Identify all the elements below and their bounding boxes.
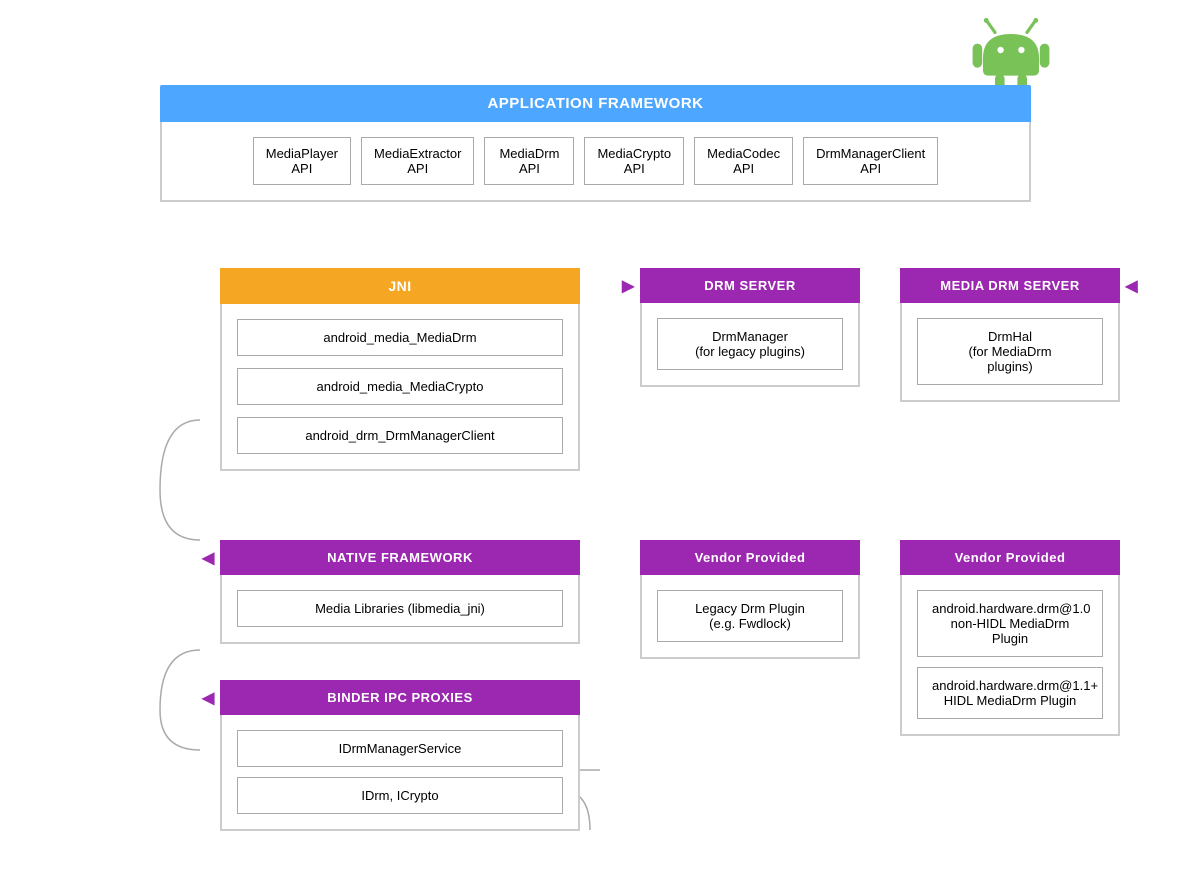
drm-manager-item: DrmManager(for legacy plugins) bbox=[657, 318, 843, 370]
hidl-1-1-item: android.hardware.drm@1.1+HIDL MediaDrm P… bbox=[917, 667, 1103, 719]
idrm-icrypto-item: IDrm, ICrypto bbox=[237, 777, 563, 814]
binder-header: ◀ BINDER IPC PROXIES bbox=[220, 680, 580, 715]
jni-body: android_media_MediaDrm android_media_Med… bbox=[220, 304, 580, 471]
jni-item-1: android_media_MediaDrm bbox=[237, 319, 563, 356]
drmhal-item: DrmHal(for MediaDrmplugins) bbox=[917, 318, 1103, 385]
android-logo bbox=[971, 10, 1051, 90]
jni-item-3: android_drm_DrmManagerClient bbox=[237, 417, 563, 454]
mediacodec-api: MediaCodecAPI bbox=[694, 137, 793, 185]
mediaextractor-api: MediaExtractorAPI bbox=[361, 137, 474, 185]
vendor-left-body: Legacy Drm Plugin(e.g. Fwdlock) bbox=[640, 575, 860, 659]
vendor-left-section: Vendor Provided Legacy Drm Plugin(e.g. F… bbox=[640, 540, 860, 659]
mediaplayer-api: MediaPlayerAPI bbox=[253, 137, 351, 185]
media-drm-server-header: MEDIA DRM SERVER ◀ bbox=[900, 268, 1120, 303]
vendor-left-header: Vendor Provided bbox=[640, 540, 860, 575]
media-drm-server-body: DrmHal(for MediaDrmplugins) bbox=[900, 303, 1120, 402]
binder-body: IDrmManagerService IDrm, ICrypto bbox=[220, 715, 580, 831]
native-framework-header: ◀ NATIVE FRAMEWORK bbox=[220, 540, 580, 575]
app-framework-body: MediaPlayerAPI MediaExtractorAPI MediaDr… bbox=[160, 122, 1031, 202]
jni-header: JNI bbox=[220, 268, 580, 304]
drm-server-header: ▶ DRM SERVER bbox=[640, 268, 860, 303]
vendor-right-section: Vendor Provided android.hardware.drm@1.0… bbox=[900, 540, 1120, 736]
native-framework-section: ◀ NATIVE FRAMEWORK Media Libraries (libm… bbox=[220, 540, 580, 644]
hidl-1-0-item: android.hardware.drm@1.0non-HIDL MediaDr… bbox=[917, 590, 1103, 657]
vendor-right-header: Vendor Provided bbox=[900, 540, 1120, 575]
drm-server-body: DrmManager(for legacy plugins) bbox=[640, 303, 860, 387]
legacy-drm-plugin-item: Legacy Drm Plugin(e.g. Fwdlock) bbox=[657, 590, 843, 642]
native-framework-body: Media Libraries (libmedia_jni) bbox=[220, 575, 580, 644]
app-framework-header: APPLICATION FRAMEWORK bbox=[160, 85, 1031, 122]
drm-server-section: ▶ DRM SERVER DrmManager(for legacy plugi… bbox=[640, 268, 860, 387]
mediacrypto-api: MediaCryptoAPI bbox=[584, 137, 684, 185]
binder-section: ◀ BINDER IPC PROXIES IDrmManagerService … bbox=[220, 680, 580, 831]
drmmanagerclient-api: DrmManagerClientAPI bbox=[803, 137, 938, 185]
jni-item-2: android_media_MediaCrypto bbox=[237, 368, 563, 405]
jni-section: JNI android_media_MediaDrm android_media… bbox=[220, 268, 580, 471]
app-framework-section: APPLICATION FRAMEWORK MediaPlayerAPI Med… bbox=[160, 85, 1031, 202]
idrm-manager-service-item: IDrmManagerService bbox=[237, 730, 563, 767]
media-drm-server-section: MEDIA DRM SERVER ◀ DrmHal(for MediaDrmpl… bbox=[900, 268, 1120, 402]
mediadrm-api: MediaDrmAPI bbox=[484, 137, 574, 185]
media-libraries-item: Media Libraries (libmedia_jni) bbox=[237, 590, 563, 627]
vendor-right-body: android.hardware.drm@1.0non-HIDL MediaDr… bbox=[900, 575, 1120, 736]
